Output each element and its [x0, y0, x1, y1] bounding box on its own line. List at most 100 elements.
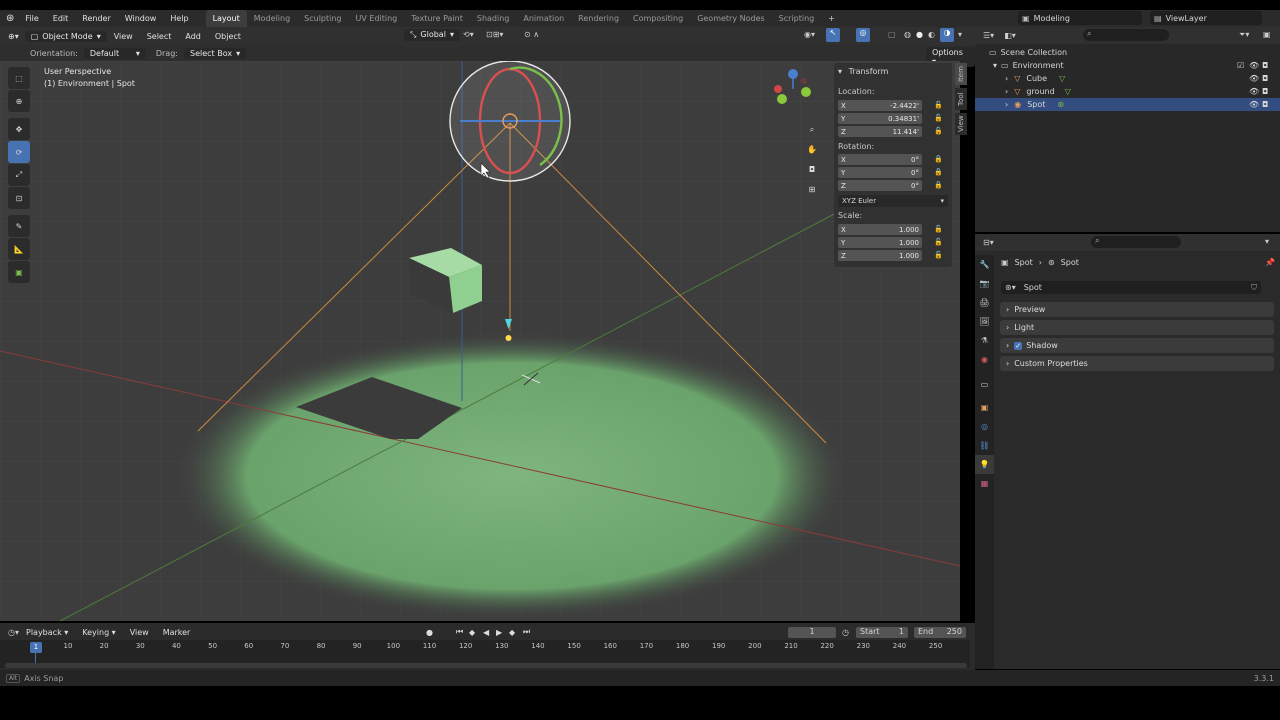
playhead[interactable]: 1 [30, 642, 42, 653]
shading-options-icon[interactable]: ▾ [958, 30, 962, 39]
display-mode-icon[interactable]: ◧▾ [1004, 31, 1016, 40]
pin-icon[interactable]: 📌 [1265, 258, 1275, 267]
view-layer-selector[interactable]: ▤ ViewLayer [1150, 11, 1262, 25]
panel-custom-properties[interactable]: › Custom Properties [1000, 356, 1274, 371]
drag-dropdown[interactable]: Select Box ▾ [183, 47, 247, 59]
location-y-field[interactable]: Y 0.34831' [838, 113, 922, 124]
chevron-down-icon[interactable]: ▾ [1265, 237, 1269, 246]
eye-icon[interactable]: 👁 [1249, 61, 1259, 70]
fake-user-icon[interactable]: ⛉ [1251, 283, 1257, 293]
jump-end-icon[interactable]: ⏭ [523, 627, 530, 637]
properties-editor-icon[interactable]: ⊟▾ [983, 238, 994, 247]
eye-icon[interactable]: 👁 [1249, 87, 1259, 96]
viewport-menu-select[interactable]: Select [140, 32, 179, 41]
eye-icon[interactable]: 👁 [1249, 100, 1259, 109]
end-frame-field[interactable]: End 250 [914, 626, 966, 638]
xray-icon[interactable]: ▢ [888, 30, 896, 39]
workspace-tab-sculpting[interactable]: Sculpting [297, 10, 348, 27]
zoom-icon[interactable]: ⌕ [805, 125, 819, 139]
pivot-point-icon[interactable]: ⟲▾ [463, 30, 474, 39]
outliner-search-input[interactable]: ⌕ [1083, 29, 1169, 41]
object-tab-icon[interactable]: ▣ [975, 398, 994, 417]
visibility-icon[interactable]: ◉▾ [804, 30, 815, 39]
camera-icon[interactable]: ◘ [1262, 87, 1268, 96]
workspace-tab-texture-paint[interactable]: Texture Paint [404, 10, 470, 27]
outliner-collection-environment[interactable]: ▾ ▭ Environment ☑ 👁 ◘ [975, 59, 1280, 72]
panel-light[interactable]: › Light [1000, 320, 1274, 335]
viewport-menu-add[interactable]: Add [178, 32, 208, 41]
workspace-tab-layout[interactable]: Layout [205, 10, 247, 27]
move-tool-icon[interactable]: ✥ [8, 118, 30, 140]
timeline-menu-view[interactable]: View [123, 628, 156, 637]
annotate-tool-icon[interactable]: ✎ [8, 215, 30, 237]
workspace-tab-geometry-nodes[interactable]: Geometry Nodes [690, 10, 771, 27]
render-tab-icon[interactable]: 📷 [975, 274, 994, 293]
workspace-tab-scripting[interactable]: Scripting [772, 10, 822, 27]
timeline-menu-keying[interactable]: Keying ▾ [75, 628, 122, 637]
tab-view[interactable]: View [955, 113, 967, 135]
output-tab-icon[interactable]: 🖨 [975, 293, 994, 312]
outliner-editor-icon[interactable]: ☰▾ [983, 31, 994, 40]
lock-icon[interactable]: 🔒 [934, 181, 943, 189]
transform-header[interactable]: ▾ Transform [838, 67, 888, 76]
workspace-tab-modeling[interactable]: Modeling [247, 10, 297, 27]
light-datablock-selector[interactable]: ⊛▾ Spot ⛉ [1001, 281, 1261, 294]
add-workspace-button[interactable]: + [821, 10, 842, 27]
timeline-editor-icon[interactable]: ◷▾ [8, 628, 19, 637]
camera-icon[interactable]: ◘ [1262, 61, 1268, 70]
checkbox-icon[interactable]: ☑ [1237, 61, 1244, 70]
mode-dropdown[interactable]: ▢ Object Mode ▾ [24, 30, 107, 42]
start-frame-field[interactable]: Start 1 [856, 626, 908, 638]
workspace-tab-uv-editing[interactable]: UV Editing [349, 10, 405, 27]
properties-search-input[interactable]: ⌕ [1091, 236, 1181, 248]
camera-icon[interactable]: ◘ [1262, 100, 1268, 109]
orientation-dropdown[interactable]: Default ▾ [83, 47, 146, 59]
transform-tool-icon[interactable]: ⊡ [8, 187, 30, 209]
shading-wireframe-icon[interactable]: ◍ [904, 30, 911, 39]
scale-y-field[interactable]: Y 1.000 [838, 237, 922, 248]
tool-tab-icon[interactable]: 🔧 [975, 255, 994, 274]
editor-type-icon[interactable]: ⊕▾ [8, 32, 19, 41]
pan-hand-icon[interactable]: ✋ [805, 145, 819, 159]
scale-tool-icon[interactable]: ⤢ [8, 164, 30, 186]
timeline-scrollbar[interactable] [5, 663, 967, 668]
lock-icon[interactable]: 🔒 [934, 168, 943, 176]
shading-material-icon[interactable]: ◐ [928, 30, 935, 39]
unlock-icon[interactable]: 🔓 [934, 225, 943, 233]
panel-shadow[interactable]: › ✓ Shadow [1000, 338, 1274, 353]
timeline-menu-playback[interactable]: Playback ▾ [19, 628, 75, 637]
3d-viewport[interactable]: User Perspective (1) Environment | Spot … [0, 61, 960, 621]
tab-tool[interactable]: Tool [955, 88, 967, 110]
shading-solid-icon[interactable]: ● [916, 30, 923, 39]
unlock-icon[interactable]: 🔓 [934, 251, 943, 259]
scale-x-field[interactable]: X 1.000 [838, 224, 922, 235]
camera-view-icon[interactable]: ◘ [805, 165, 819, 179]
viewport-menu-object[interactable]: Object [208, 32, 248, 41]
unlock-icon[interactable]: 🔓 [934, 127, 943, 135]
menu-window[interactable]: Window [118, 14, 164, 23]
prev-keyframe-icon[interactable]: ◆ [469, 628, 475, 637]
location-x-field[interactable]: X -2.4422' [838, 100, 922, 111]
eye-icon[interactable]: 👁 [1249, 74, 1259, 83]
physics-tab-icon[interactable]: ◎ [975, 417, 994, 436]
rotate-tool-icon[interactable]: ⟳ [8, 141, 30, 163]
menu-file[interactable]: File [18, 14, 45, 23]
snap-toggle-icon[interactable]: ⊡⊞▾ [486, 30, 503, 39]
workspace-tab-rendering[interactable]: Rendering [571, 10, 626, 27]
viewport-menu-view[interactable]: View [107, 32, 140, 41]
view-layer-tab-icon[interactable]: 🖼 [975, 312, 994, 331]
new-collection-icon[interactable]: ▣ [1263, 30, 1271, 39]
menu-help[interactable]: Help [163, 14, 195, 23]
shadow-checkbox[interactable]: ✓ [1014, 341, 1023, 350]
blender-logo-icon[interactable]: ⊛ [6, 13, 14, 24]
workspace-tab-compositing[interactable]: Compositing [626, 10, 690, 27]
overlays-toggle-icon[interactable]: ◎ [856, 28, 870, 42]
outliner-item-ground[interactable]: › ▽ ground ▽ 👁 ◘ [975, 85, 1280, 98]
unlock-icon[interactable]: 🔓 [934, 101, 943, 109]
rotation-z-field[interactable]: Z 0° [838, 180, 922, 191]
shading-rendered-icon[interactable]: ◑ [940, 28, 954, 42]
workspace-tab-animation[interactable]: Animation [516, 10, 571, 27]
outliner-item-cube[interactable]: › ▽ Cube ▽ 👁 ◘ [975, 72, 1280, 85]
spot-size-handle[interactable] [505, 335, 512, 341]
play-icon[interactable]: ▶ [496, 628, 502, 637]
